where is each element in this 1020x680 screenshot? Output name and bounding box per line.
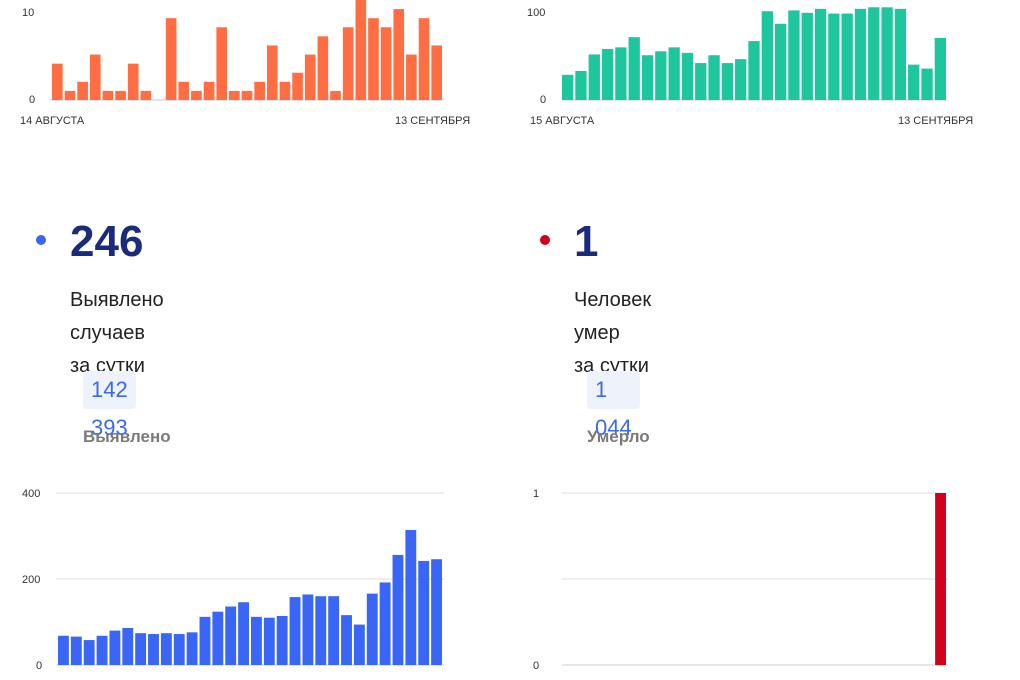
y-tick-label: 0 (533, 660, 539, 672)
bottom-right-chart: 1 0 (533, 488, 948, 672)
bar (935, 493, 946, 665)
bars (935, 493, 946, 665)
y-tick-label: 1 (533, 488, 539, 500)
